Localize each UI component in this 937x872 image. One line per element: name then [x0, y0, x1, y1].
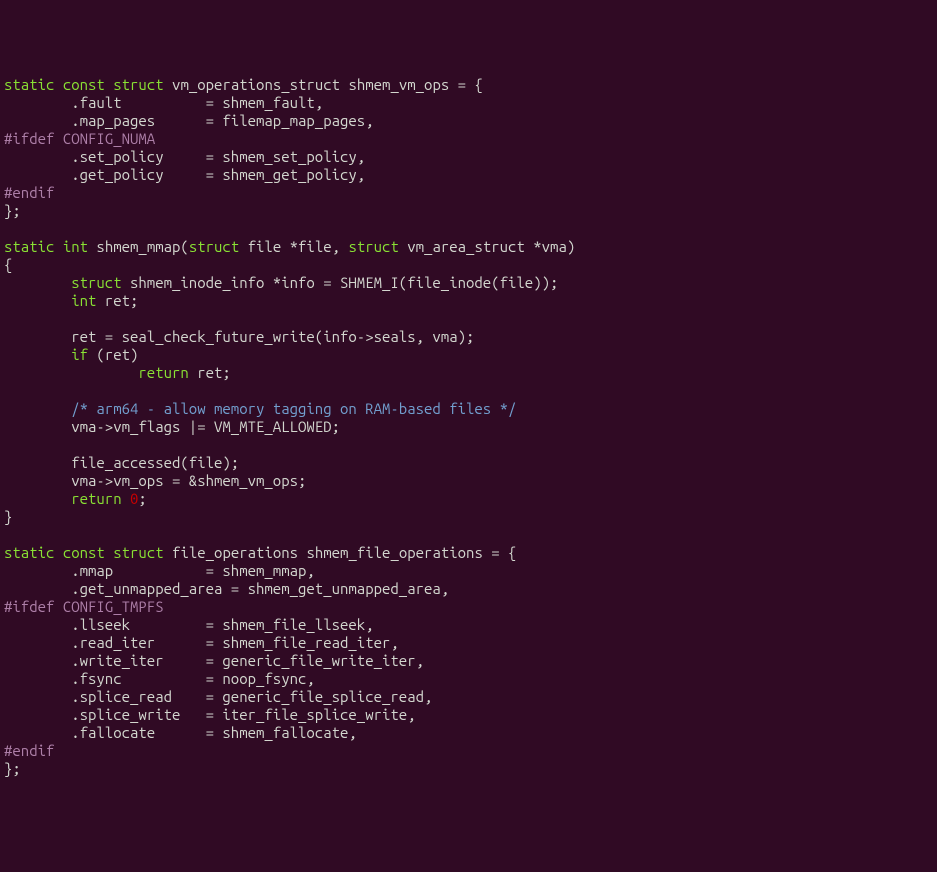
code-line: .mmap = shmem_mmap, [4, 562, 933, 580]
code-text: file *file, [239, 238, 348, 255]
indent [4, 490, 71, 507]
code-line: int ret; [4, 292, 933, 310]
blank-line [4, 382, 933, 400]
indent [4, 346, 71, 363]
keyword-static: static [4, 238, 54, 255]
keyword-return: return [138, 364, 188, 381]
code-line: #ifdef CONFIG_TMPFS [4, 598, 933, 616]
code-line: .write_iter = generic_file_write_iter, [4, 652, 933, 670]
code-line: .set_policy = shmem_set_policy, [4, 148, 933, 166]
macro-name: CONFIG_NUMA [54, 130, 155, 147]
code-line: }; [4, 760, 933, 778]
code-line: vma->vm_ops = &shmem_vm_ops; [4, 472, 933, 490]
code-line: .fsync = noop_fsync, [4, 670, 933, 688]
code-text: ret; [189, 364, 231, 381]
code-line: .read_iter = shmem_file_read_iter, [4, 634, 933, 652]
code-line: static const struct file_operations shme… [4, 544, 933, 562]
keyword-static: static [4, 76, 54, 93]
keyword-const: const [63, 544, 105, 561]
preprocessor-endif: #endif [4, 742, 933, 760]
code-line: .get_policy = shmem_get_policy, [4, 166, 933, 184]
indent [4, 400, 71, 417]
code-text: ret; [96, 292, 138, 309]
code-line: return ret; [4, 364, 933, 382]
code-line: static int shmem_mmap(struct file *file,… [4, 238, 933, 256]
keyword-const: const [63, 76, 105, 93]
code-line: /* arm64 - allow memory tagging on RAM-b… [4, 400, 933, 418]
keyword-static: static [4, 544, 54, 561]
indent [4, 364, 138, 381]
indent [4, 292, 71, 309]
code-line: .splice_read = generic_file_splice_read, [4, 688, 933, 706]
comment: /* arm64 - allow memory tagging on RAM-b… [71, 400, 516, 417]
preprocessor-ifdef: #ifdef [4, 130, 54, 147]
keyword-struct: struct [71, 274, 121, 291]
code-line: #ifdef CONFIG_NUMA [4, 130, 933, 148]
indent [4, 274, 71, 291]
blank-line [4, 436, 933, 454]
keyword-struct: struct [113, 544, 163, 561]
keyword-return: return [71, 490, 121, 507]
code-line: .map_pages = filemap_map_pages, [4, 112, 933, 130]
preprocessor-ifdef: #ifdef [4, 598, 54, 615]
code-block: static const struct vm_operations_struct… [4, 76, 933, 778]
code-text: (ret) [88, 346, 138, 363]
code-line: file_accessed(file); [4, 454, 933, 472]
code-line: .splice_write = iter_file_splice_write, [4, 706, 933, 724]
keyword-struct: struct [189, 238, 239, 255]
code-text: shmem_inode_info *info = SHMEM_I(file_in… [122, 274, 559, 291]
macro-name: CONFIG_TMPFS [54, 598, 163, 615]
code-line: static const struct vm_operations_struct… [4, 76, 933, 94]
code-line: if (ret) [4, 346, 933, 364]
code-line: { [4, 256, 933, 274]
keyword-int: int [63, 238, 88, 255]
keyword-struct: struct [113, 76, 163, 93]
code-text: shmem_mmap( [88, 238, 189, 255]
code-line: ret = seal_check_future_write(info->seal… [4, 328, 933, 346]
code-line: struct shmem_inode_info *info = SHMEM_I(… [4, 274, 933, 292]
code-text: vm_area_struct *vma) [399, 238, 575, 255]
keyword-int: int [71, 292, 96, 309]
blank-line [4, 310, 933, 328]
blank-line [4, 526, 933, 544]
code-line: .fallocate = shmem_fallocate, [4, 724, 933, 742]
preprocessor-endif: #endif [4, 184, 933, 202]
code-text: ; [138, 490, 146, 507]
code-line: }; [4, 202, 933, 220]
code-line: vma->vm_flags |= VM_MTE_ALLOWED; [4, 418, 933, 436]
code-line: .fault = shmem_fault, [4, 94, 933, 112]
blank-line [4, 220, 933, 238]
code-text: vm_operations_struct shmem_vm_ops = { [164, 76, 483, 93]
keyword-if: if [71, 346, 88, 363]
code-text: file_operations shmem_file_operations = … [164, 544, 517, 561]
space [122, 490, 130, 507]
code-line: .llseek = shmem_file_llseek, [4, 616, 933, 634]
code-line: .get_unmapped_area = shmem_get_unmapped_… [4, 580, 933, 598]
keyword-struct: struct [348, 238, 398, 255]
code-line: return 0; [4, 490, 933, 508]
code-line: } [4, 508, 933, 526]
